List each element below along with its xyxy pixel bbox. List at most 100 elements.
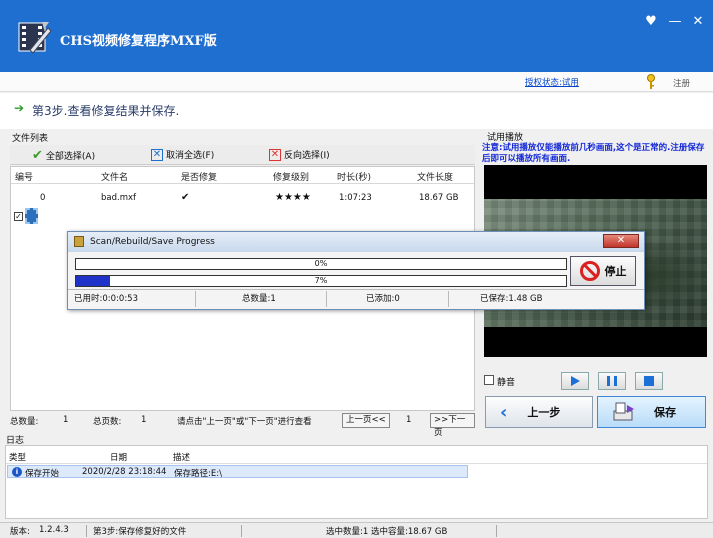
app-title: CHS视频修复程序MXF版 [60,34,217,49]
register-button[interactable]: 注册 [673,77,690,89]
stop-sign-icon [579,261,600,281]
chevron-left-icon: ‹ [500,401,508,423]
progress-dialog: Scan/Rebuild/Save Progress ✕ 0% 7% 停止 已用… [67,231,645,310]
column-header-duration[interactable]: 时长(秒) [337,170,371,183]
current-page: 1 [406,415,412,425]
row-level-stars: ★★★★ [275,192,311,203]
dialog-status-bar: 已用时:0:0:0:53 总数量:1 已添加:0 已保存:1.48 GB [68,289,644,307]
status-bar: 版本: 1.2.4.3 第3步:保存修复好的文件 选中数量:1 选中容量:18.… [0,522,713,538]
total-count: 总数量:1 [242,294,276,304]
key-icon [647,74,655,89]
prev-page-button[interactable]: 上一页<< [342,413,390,428]
step-header: ➔ 第3步.查看修复结果并保存. [0,93,713,129]
arrow-right-icon: ➔ [14,101,25,115]
deselect-all-button[interactable]: ✕ 取消全选(F) [151,148,214,161]
selection-status: 选中数量:1 选中容量:18.67 GB [326,527,448,537]
auth-status-link[interactable]: 授权状态:试用 [525,76,579,88]
total-pages-value: 1 [141,415,147,425]
file-list-toolbar: ✔ 全部选择(A) ✕ 取消全选(F) ✕ 反向选择(I) [10,145,475,165]
row-filename: bad.mxf [101,193,137,203]
checkmark-icon: ✔ [32,148,43,163]
close-button[interactable]: ✕ [689,14,707,29]
save-drive-icon [613,402,634,421]
progress-bar-current: 7% [75,275,567,287]
dialog-title-bar: Scan/Rebuild/Save Progress ✕ [68,232,644,252]
version-value: 1.2.4.3 [39,525,69,535]
status-divider [326,291,327,307]
deselect-icon: ✕ [151,148,163,161]
row-checkbox[interactable]: ✓ [14,212,23,221]
save-label: 保存 [654,406,676,419]
prev-step-label: 上一步 [527,406,561,419]
license-bar: 授权状态:试用 注册 [0,72,713,92]
dialog-app-icon [74,236,84,247]
log-column-type[interactable]: 类型 [9,451,26,463]
step-status: 第3步:保存修复好的文件 [93,527,187,537]
column-header-filename[interactable]: 文件名 [101,170,128,183]
stop-square-icon [644,376,654,386]
column-header-level[interactable]: 修复级别 [273,170,309,183]
column-header-size[interactable]: 文件长度 [417,170,453,183]
favorite-button[interactable]: ♥ [642,14,660,29]
log-column-description[interactable]: 描述 [173,451,190,463]
status-divider [241,525,242,537]
dialog-close-button[interactable]: ✕ [603,234,639,248]
pagination-bar: 总数量: 1 总页数: 1 请点击"上一页"或"下一页"进行查看 上一页<< 1… [10,412,475,438]
progress-text-overall: 0% [314,259,328,268]
status-divider [195,291,196,307]
log-row-description: 保存路径:E:\ [174,469,222,479]
pause-button[interactable] [598,372,626,390]
app-logo-icon [18,22,52,54]
mute-label: 静音 [497,378,516,388]
deselect-all-label: 取消全选(F) [166,151,215,161]
log-row[interactable]: i 保存开始 2020/2/28 23:18:44 保存路径:E:\ [7,465,468,479]
dialog-title: Scan/Rebuild/Save Progress [90,237,215,247]
stop-playback-button[interactable] [635,372,663,390]
status-divider [496,525,497,537]
log-row-date: 2020/2/28 23:18:44 [82,467,167,477]
log-header-divider [6,463,707,464]
progress-bar-overall: 0% [75,258,567,270]
status-divider [448,291,449,307]
select-all-label: 全部选择(A) [45,152,96,162]
row-index: 0 [40,193,46,203]
stop-label: 停止 [604,265,627,278]
log-table: 类型 日期 描述 i 保存开始 2020/2/28 23:18:44 保存路径:… [5,445,708,519]
column-header-repaired[interactable]: 是否修复 [181,170,217,183]
total-count-label: 总数量: [10,417,39,427]
total-pages-label: 总页数: [93,417,122,427]
stop-button[interactable]: 停止 [570,256,636,286]
row-duration: 1:07:23 [339,193,372,203]
elapsed-time: 已用时:0:0:0:53 [74,294,138,304]
invert-icon: ✕ [269,148,281,161]
added-count: 已添加:0 [366,294,400,304]
header-divider [11,183,474,184]
mute-checkbox[interactable] [484,375,494,385]
row-repaired: ✔ [181,192,190,203]
next-page-button[interactable]: >>下一页 [430,413,475,438]
column-header-index[interactable]: 编号 [15,170,33,183]
total-count-value: 1 [63,415,69,425]
log-column-date[interactable]: 日期 [110,451,127,463]
video-file-icon [25,208,38,224]
file-list-label: 文件列表 [12,134,49,144]
preview-label: 试用播放 [487,133,524,143]
play-button[interactable] [561,372,589,390]
pager-hint: 请点击"上一页"或"下一页"进行查看 [177,417,312,427]
saved-size: 已保存:1.48 GB [480,294,543,304]
invert-selection-button[interactable]: ✕ 反向选择(I) [269,148,330,161]
progress-text-current: 7% [314,276,328,285]
select-all-button[interactable]: ✔ 全部选择(A) [32,148,95,163]
version-label: 版本: [10,527,30,537]
row-size: 18.67 GB [419,193,459,203]
play-icon [570,376,580,386]
status-divider [86,525,87,537]
save-button[interactable]: 保存 [597,396,706,428]
info-icon: i [12,467,22,477]
table-row[interactable]: ✓ 0 bad.mxf ✔ ★★★★ 1:07:23 18.67 GB [11,185,474,224]
pause-icon [607,376,617,386]
log-row-type: 保存开始 [25,469,60,479]
minimize-button[interactable]: — [666,14,684,29]
prev-step-button[interactable]: ‹ 上一步 [485,396,593,428]
invert-selection-label: 反向选择(I) [284,151,330,161]
